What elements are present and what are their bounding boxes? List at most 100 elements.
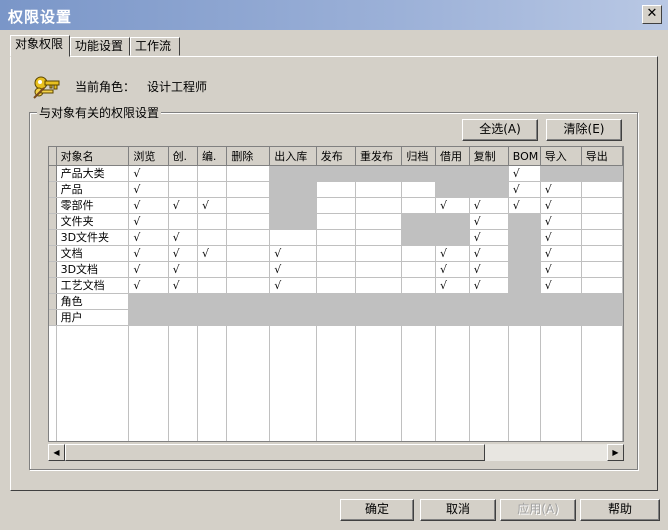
row-header[interactable] [49, 213, 57, 230]
permission-cell[interactable] [401, 245, 436, 262]
permission-cell[interactable] [508, 309, 541, 326]
permission-cell[interactable]: √ [469, 229, 509, 246]
permission-cell[interactable]: √ [168, 229, 198, 246]
column-header[interactable]: 归档 [401, 147, 436, 166]
permission-cell[interactable]: √ [269, 245, 317, 262]
permission-cell[interactable]: √ [128, 277, 169, 294]
column-header[interactable]: 导入 [540, 147, 582, 166]
permission-cell[interactable] [469, 181, 509, 198]
permission-cell[interactable] [401, 277, 436, 294]
row-header[interactable] [49, 181, 57, 198]
permission-cell[interactable] [581, 165, 623, 182]
permission-cell[interactable] [581, 213, 623, 230]
permission-cell[interactable] [355, 293, 403, 310]
permission-cell[interactable] [197, 165, 228, 182]
tab-workflow[interactable]: 工作流 [130, 37, 180, 56]
tab-object-permissions[interactable]: 对象权限 [10, 35, 70, 57]
column-header[interactable]: 借用 [435, 147, 470, 166]
permission-cell[interactable]: √ [540, 261, 582, 278]
ok-button[interactable]: 确定 [340, 499, 414, 521]
clear-button[interactable]: 清除(E) [546, 119, 622, 141]
row-header[interactable] [49, 229, 57, 246]
cancel-button[interactable]: 取消 [420, 499, 496, 521]
permission-cell[interactable] [355, 165, 403, 182]
permission-cell[interactable] [401, 229, 436, 246]
permission-cell[interactable] [469, 293, 509, 310]
permission-cell[interactable] [435, 213, 470, 230]
permission-cell[interactable]: √ [128, 245, 169, 262]
permission-cell[interactable] [581, 261, 623, 278]
permission-cell[interactable]: √ [508, 165, 541, 182]
permission-cell[interactable]: √ [128, 229, 169, 246]
permission-cell[interactable] [469, 309, 509, 326]
permission-cell[interactable]: √ [168, 245, 198, 262]
scroll-left-icon[interactable]: ◀ [48, 444, 65, 461]
permission-cell[interactable]: √ [197, 245, 228, 262]
tab-function-settings[interactable]: 功能设置 [70, 37, 130, 56]
permission-cell[interactable] [316, 309, 356, 326]
column-header[interactable]: 复制 [469, 147, 509, 166]
permission-cell[interactable] [316, 293, 356, 310]
permission-cell[interactable] [581, 229, 623, 246]
row-header[interactable] [49, 197, 57, 214]
permission-cell[interactable] [508, 245, 541, 262]
permission-cell[interactable] [197, 293, 228, 310]
permission-cell[interactable]: √ [508, 197, 541, 214]
permission-cell[interactable]: √ [435, 245, 470, 262]
close-button[interactable]: ✕ [642, 5, 662, 24]
permission-cell[interactable]: √ [168, 261, 198, 278]
permission-cell[interactable] [355, 277, 403, 294]
permission-cell[interactable] [355, 229, 403, 246]
permission-cell[interactable] [316, 165, 356, 182]
permission-cell[interactable]: √ [540, 197, 582, 214]
permission-cell[interactable]: √ [269, 277, 317, 294]
permission-cell[interactable]: √ [435, 197, 470, 214]
column-header[interactable]: 出入库 [269, 147, 317, 166]
permission-cell[interactable] [197, 261, 228, 278]
permission-cell[interactable] [508, 293, 541, 310]
permission-cell[interactable]: √ [197, 197, 228, 214]
permission-cell[interactable] [226, 213, 271, 230]
permission-cell[interactable] [401, 293, 436, 310]
help-button[interactable]: 帮助 [580, 499, 660, 521]
permission-cell[interactable] [540, 165, 582, 182]
permission-cell[interactable] [508, 229, 541, 246]
permission-cell[interactable] [128, 293, 169, 310]
permission-cell[interactable] [197, 181, 228, 198]
permission-cell[interactable] [197, 213, 228, 230]
permission-cell[interactable]: √ [540, 213, 582, 230]
permission-cell[interactable] [226, 277, 271, 294]
permission-cell[interactable] [316, 197, 356, 214]
permission-cell[interactable] [197, 229, 228, 246]
column-header[interactable]: 编. [197, 147, 228, 166]
permission-cell[interactable] [540, 293, 582, 310]
permission-cell[interactable]: √ [128, 181, 169, 198]
permission-cell[interactable] [508, 277, 541, 294]
permission-cell[interactable]: √ [168, 197, 198, 214]
column-header[interactable]: 创. [168, 147, 198, 166]
permission-cell[interactable] [269, 165, 317, 182]
row-header[interactable] [49, 277, 57, 294]
permission-cell[interactable] [316, 181, 356, 198]
permission-cell[interactable] [355, 261, 403, 278]
permission-cell[interactable] [581, 293, 623, 310]
column-header[interactable]: 删除 [226, 147, 271, 166]
permission-cell[interactable]: √ [435, 277, 470, 294]
permission-cell[interactable] [269, 213, 317, 230]
permission-cell[interactable] [508, 261, 541, 278]
permission-cell[interactable]: √ [469, 213, 509, 230]
permission-cell[interactable]: √ [269, 261, 317, 278]
permission-cell[interactable] [540, 309, 582, 326]
permission-cell[interactable] [581, 245, 623, 262]
permission-cell[interactable] [401, 261, 436, 278]
permission-cell[interactable]: √ [540, 277, 582, 294]
column-header[interactable]: 对象名 [56, 147, 130, 166]
permission-cell[interactable]: √ [128, 261, 169, 278]
permission-cell[interactable] [226, 165, 271, 182]
permission-cell[interactable] [197, 309, 228, 326]
permission-cell[interactable] [508, 213, 541, 230]
permission-cell[interactable]: √ [128, 213, 169, 230]
permission-cell[interactable] [226, 181, 271, 198]
permission-cell[interactable] [355, 309, 403, 326]
permission-cell[interactable] [226, 197, 271, 214]
